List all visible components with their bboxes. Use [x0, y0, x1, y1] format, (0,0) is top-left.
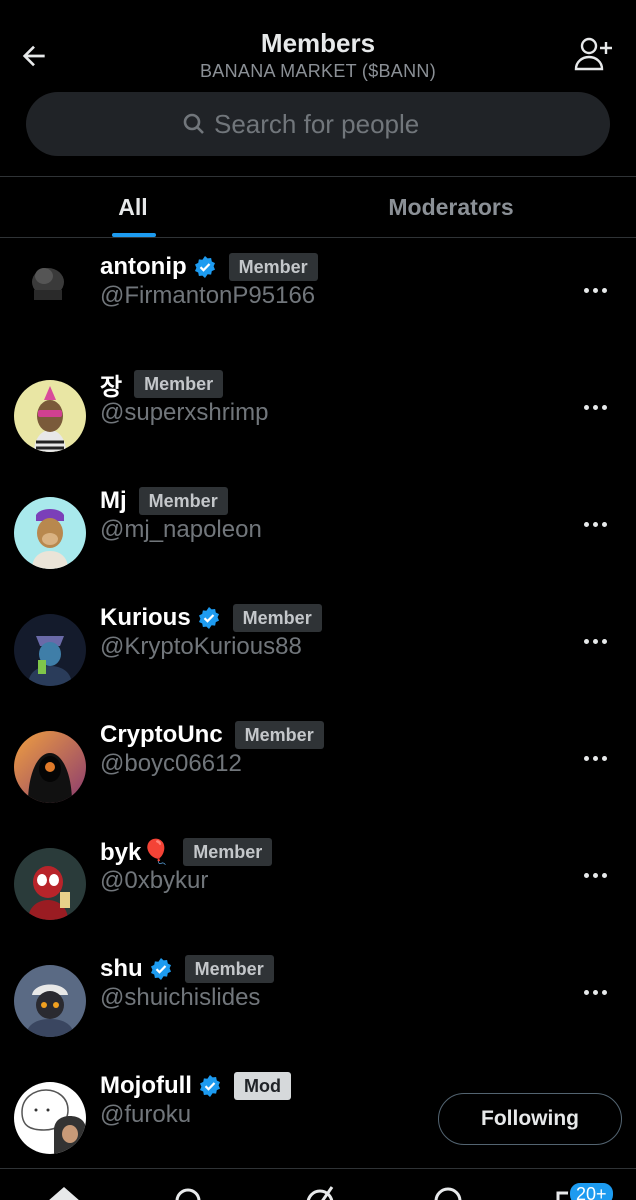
page-title: Members [260, 28, 376, 58]
role-badge: Member [134, 370, 224, 398]
search-bar[interactable] [26, 92, 610, 156]
verified-badge-icon [198, 607, 219, 629]
member-row[interactable]: byk🎈 Member @0xbykur [0, 823, 636, 940]
member-name: shu [100, 955, 143, 982]
member-name: antonip [100, 253, 187, 280]
add-member-button[interactable] [572, 34, 616, 74]
avatar[interactable] [14, 965, 86, 1037]
member-handle: @superxshrimp [100, 399, 269, 426]
member-row[interactable]: Kurious Member @KryptoKurious88 [0, 589, 636, 706]
more-options-button[interactable] [580, 278, 610, 302]
avatar[interactable] [14, 497, 86, 569]
member-row[interactable]: shu Member @shuichislides [0, 940, 636, 1057]
following-button[interactable]: Following [438, 1093, 622, 1145]
member-name: byk🎈 [100, 838, 172, 866]
member-row[interactable]: Mojofull Mod @furoku Following [0, 1057, 636, 1174]
communities-icon[interactable] [428, 1183, 468, 1200]
avatar[interactable] [14, 731, 86, 803]
role-badge: Member [234, 721, 324, 749]
role-badge: Member [184, 955, 274, 983]
active-tab-indicator [112, 233, 156, 237]
role-badge: Member [232, 604, 322, 632]
notification-count-badge: 20+ [568, 1181, 615, 1200]
avatar[interactable] [14, 848, 86, 920]
member-handle: @0xbykur [100, 867, 209, 894]
more-options-button[interactable] [580, 629, 610, 653]
avatar[interactable] [14, 614, 86, 686]
bottom-nav: 20+ [0, 1168, 636, 1200]
tab-all[interactable]: All [0, 177, 266, 237]
member-handle: @boyc06612 [100, 750, 242, 777]
more-options-button[interactable] [580, 980, 610, 1004]
home-icon[interactable] [44, 1183, 84, 1200]
role-badge: Member [183, 838, 273, 866]
member-list: antonip Member @FirmantonP95166 장 Member… [0, 238, 636, 1174]
member-name: CryptoUnc [100, 721, 223, 748]
member-handle: @FirmantonP95166 [100, 282, 316, 309]
member-row[interactable]: Mj Member @mj_napoleon [0, 472, 636, 589]
role-badge: Member [138, 487, 228, 515]
more-options-button[interactable] [580, 746, 610, 770]
member-handle: @shuichislides [100, 984, 261, 1011]
avatar[interactable] [14, 1082, 86, 1154]
member-handle: @furoku [100, 1101, 192, 1128]
search-icon [183, 113, 204, 134]
member-name: Kurious [100, 604, 191, 631]
search-icon[interactable] [170, 1183, 210, 1200]
more-options-button[interactable] [580, 512, 610, 536]
member-row[interactable]: 장 Member @superxshrimp [0, 355, 636, 472]
member-name: Mj [100, 487, 127, 514]
member-handle: @mj_napoleon [100, 516, 262, 543]
verified-badge-icon [194, 256, 215, 278]
avatar[interactable] [14, 246, 86, 318]
more-options-button[interactable] [580, 863, 610, 887]
member-name: 장 [100, 373, 123, 401]
role-badge: Mod [233, 1072, 291, 1100]
community-name: BANANA MARKET ($BANN) [199, 61, 437, 81]
tab-bar: All Moderators [0, 176, 636, 238]
grok-icon[interactable] [300, 1183, 340, 1200]
more-options-button[interactable] [580, 395, 610, 419]
member-handle: @KryptoKurious88 [100, 633, 302, 660]
member-row[interactable]: CryptoUnc Member @boyc06612 [0, 706, 636, 823]
tab-label: Moderators [388, 193, 514, 220]
verified-badge-icon [150, 958, 171, 980]
member-name: Mojofull [100, 1072, 192, 1099]
verified-badge-icon [199, 1075, 220, 1097]
search-input[interactable] [214, 108, 454, 140]
tab-moderators[interactable]: Moderators [266, 177, 636, 237]
role-badge: Member [228, 253, 318, 281]
member-row[interactable]: antonip Member @FirmantonP95166 [0, 238, 636, 355]
avatar[interactable] [14, 380, 86, 452]
add-user-icon [574, 37, 612, 71]
header: Members BANANA MARKET ($BANN) [0, 0, 636, 176]
tab-label: All [118, 193, 148, 220]
